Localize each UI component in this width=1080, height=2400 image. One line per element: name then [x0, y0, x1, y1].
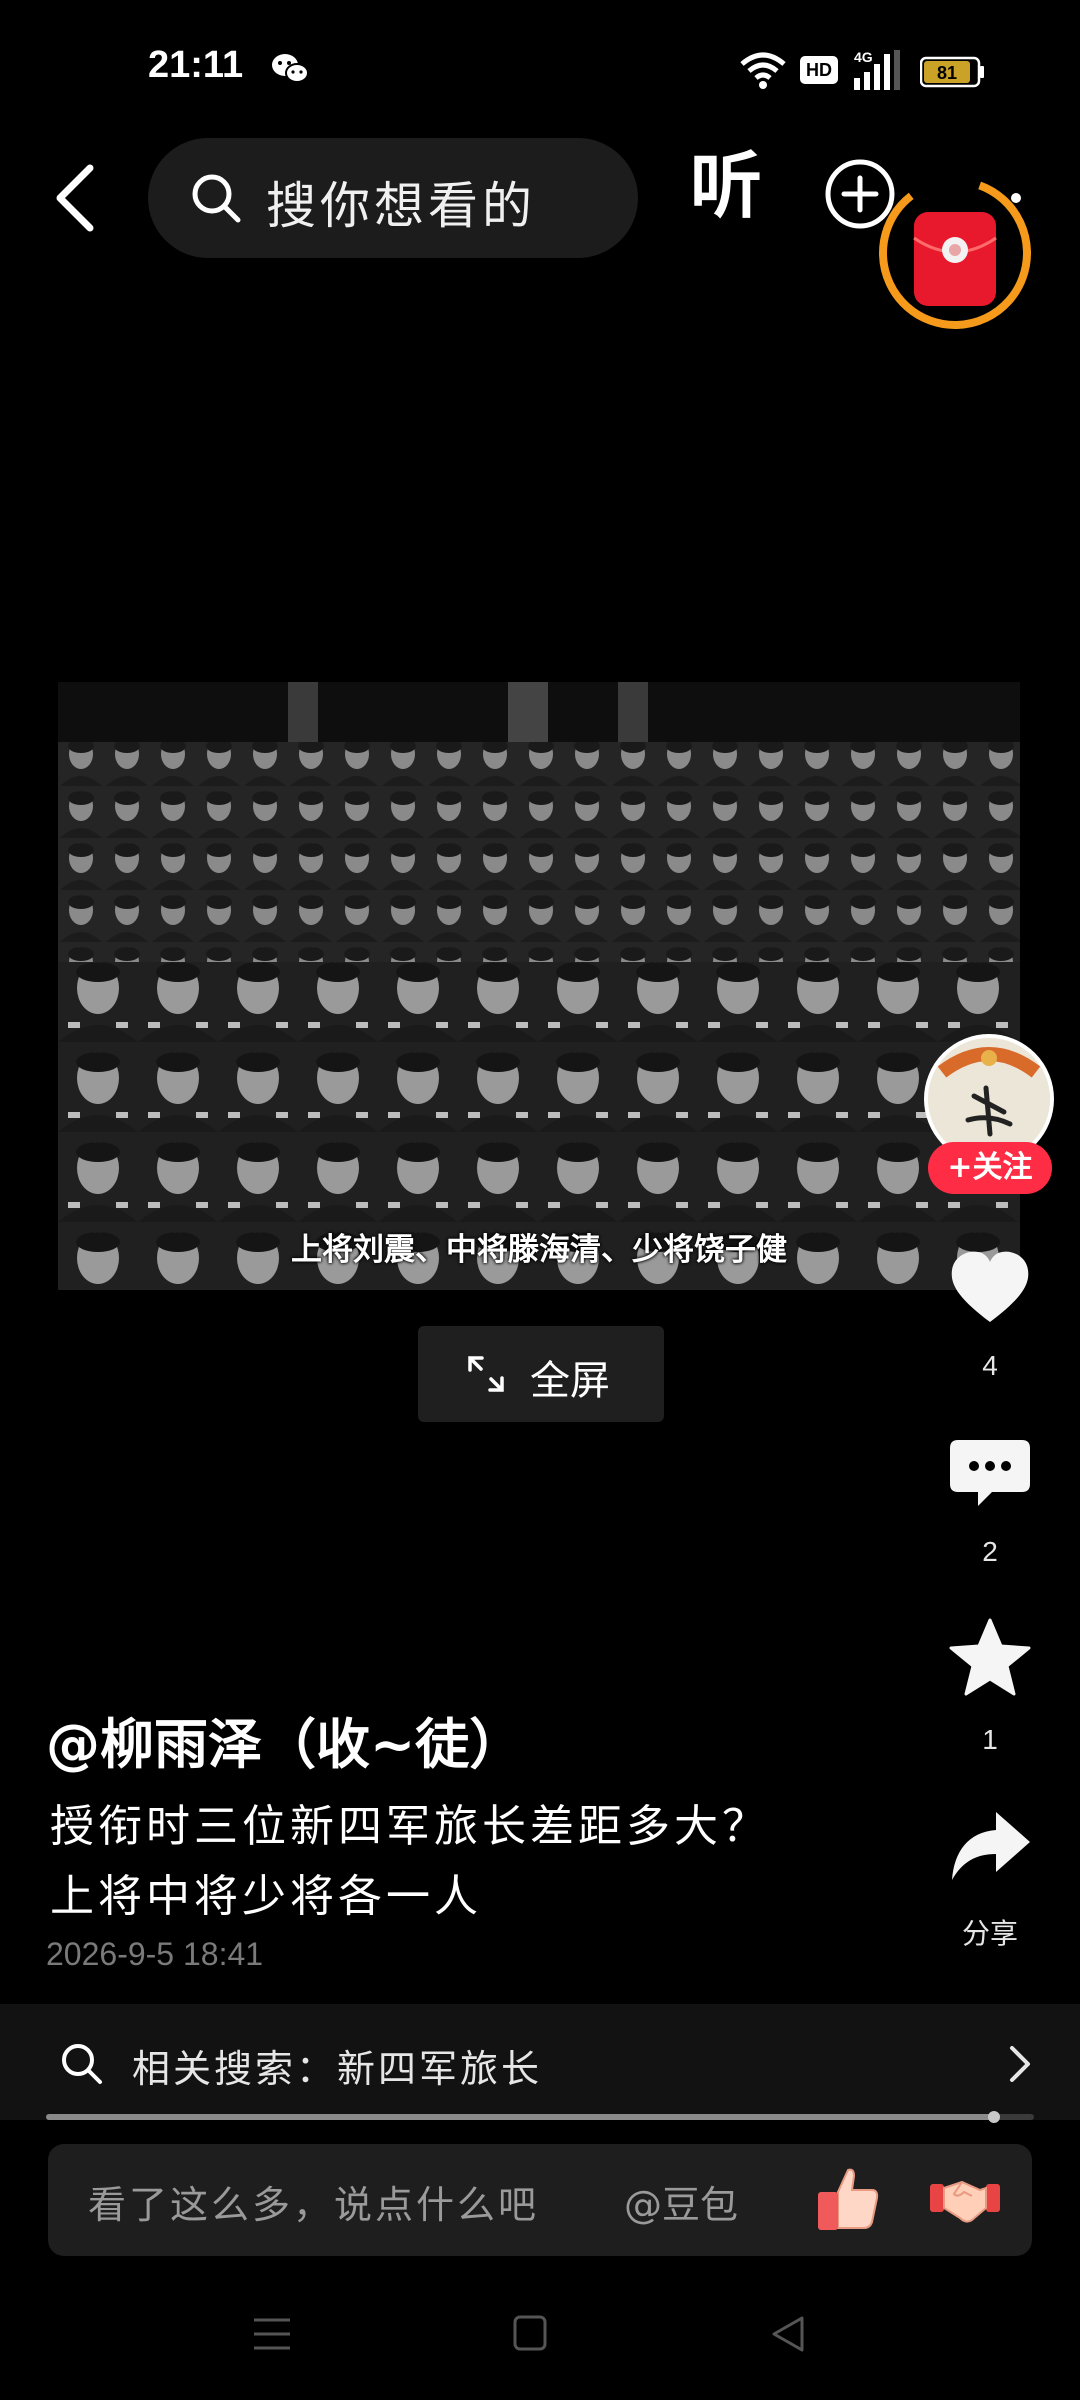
video-player[interactable]: 上将刘震、中将滕海清、少将饶子健	[58, 682, 1020, 1290]
fullscreen-icon	[468, 1356, 504, 1392]
comment-input[interactable]: 看了这么多，说点什么吧 @豆包	[48, 2144, 1032, 2256]
home-icon[interactable]	[512, 2314, 548, 2352]
network-type-label: 4G	[854, 49, 873, 65]
author-name[interactable]: @柳雨泽（收~徒）	[46, 1700, 523, 1779]
search-input[interactable]: 搜你想看的	[148, 138, 638, 258]
heart-icon[interactable]	[948, 1246, 1032, 1330]
fullscreen-label: 全屏	[530, 1358, 610, 1404]
back-button[interactable]	[46, 158, 102, 238]
progress-fill	[46, 2114, 995, 2120]
favorite-count: 1	[982, 1724, 998, 1755]
post-description-line1: 授衔时三位新四军旅长差距多大？	[50, 1801, 770, 1852]
thumbs-up-icon[interactable]	[810, 2162, 884, 2236]
share-icon[interactable]	[948, 1806, 1032, 1890]
red-packet-icon[interactable]	[872, 170, 1038, 336]
status-time: 21:11	[148, 44, 244, 86]
chevron-right-icon	[1010, 2046, 1030, 2082]
related-search-bar[interactable]: 相关搜索：新四军旅长	[0, 2004, 1080, 2120]
comment-count: 2	[982, 1536, 998, 1567]
signal-icon: 4G	[854, 49, 900, 90]
star-icon[interactable]	[948, 1616, 1032, 1700]
video-caption: 上将刘震、中将滕海清、少将饶子健	[291, 1232, 787, 1268]
post-date: 2026-9-5 18:41	[46, 1936, 264, 1972]
handshake-icon[interactable]	[928, 2162, 1002, 2236]
back-triangle-icon[interactable]	[768, 2314, 808, 2354]
listen-button[interactable]: 听	[690, 150, 762, 222]
battery-icon: 81	[920, 56, 984, 88]
search-icon	[62, 2044, 102, 2084]
wifi-icon	[740, 52, 786, 89]
search-icon	[192, 174, 241, 223]
video-progress-bar[interactable]	[46, 2111, 1034, 2123]
hd-badge: HD	[800, 56, 838, 84]
mention-doubao-button[interactable]: @豆包	[624, 2174, 738, 2229]
comment-icon[interactable]	[948, 1432, 1032, 1516]
battery-level: 81	[937, 63, 957, 83]
menu-icon[interactable]	[252, 2316, 292, 2352]
progress-thumb[interactable]	[988, 2111, 1001, 2123]
wechat-icon	[272, 54, 309, 83]
fullscreen-button[interactable]: 全屏	[418, 1326, 664, 1422]
search-placeholder: 搜你想看的	[266, 177, 536, 235]
post-description-line2: 上将中将少将各一人	[50, 1871, 482, 1922]
related-search-label: 相关搜索：新四军旅长	[132, 2047, 543, 2091]
video-frame-image	[58, 682, 1020, 1290]
share-label: 分享	[961, 1918, 1018, 1949]
follow-button[interactable]: +关注	[928, 1142, 1052, 1194]
like-count: 4	[982, 1350, 998, 1381]
comment-placeholder: 看了这么多，说点什么吧	[88, 2183, 540, 2227]
